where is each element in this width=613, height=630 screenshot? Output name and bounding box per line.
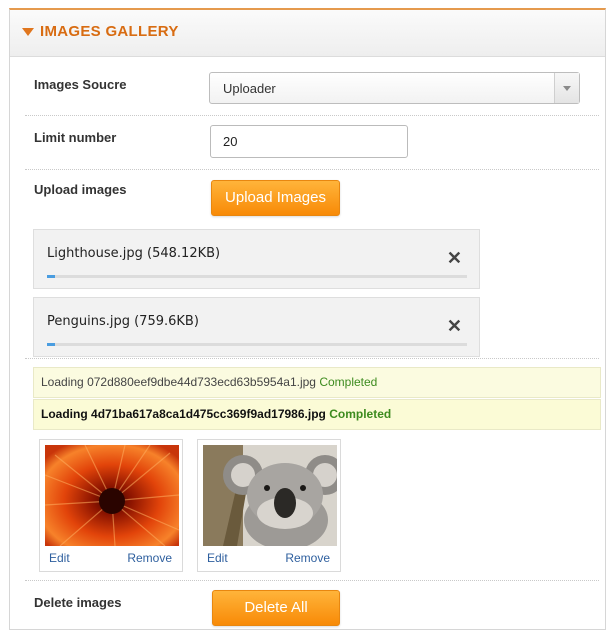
file-name: Lighthouse.jpg (548.12KB) bbox=[47, 246, 221, 261]
limit-number-label: Limit number bbox=[34, 130, 117, 145]
delete-all-button[interactable]: Delete All bbox=[212, 590, 340, 626]
upload-progress-fill bbox=[47, 343, 56, 346]
log-file: 072d880eef9dbe44d733ecd63b5954a1.jpg bbox=[87, 375, 316, 389]
divider bbox=[25, 115, 599, 116]
images-source-select[interactable]: Uploader bbox=[209, 72, 580, 104]
flower-image[interactable] bbox=[45, 445, 179, 546]
edit-link[interactable]: Edit bbox=[207, 551, 228, 565]
divider bbox=[25, 169, 599, 170]
gallery-thumbnail: Edit Remove bbox=[39, 439, 183, 572]
upload-images-label: Upload images bbox=[34, 182, 127, 197]
close-icon[interactable]: ✕ bbox=[447, 249, 462, 267]
file-name: Penguins.jpg (759.6KB) bbox=[47, 314, 199, 329]
panel-title: IMAGES GALLERY bbox=[40, 23, 179, 40]
divider bbox=[25, 358, 599, 359]
remove-link[interactable]: Remove bbox=[285, 551, 330, 565]
koala-image[interactable] bbox=[203, 445, 337, 546]
limit-number-input[interactable] bbox=[210, 125, 408, 158]
close-icon[interactable]: ✕ bbox=[447, 317, 462, 335]
loading-log-entry: Loading 4d71ba617a8ca1d475cc369f9ad17986… bbox=[33, 399, 601, 430]
upload-progress-bar bbox=[47, 275, 467, 278]
collapse-caret-icon[interactable] bbox=[22, 28, 34, 36]
log-file: 4d71ba617a8ca1d475cc369f9ad17986.jpg bbox=[91, 407, 326, 421]
delete-images-label: Delete images bbox=[34, 595, 122, 610]
loading-log-entry: Loading 072d880eef9dbe44d733ecd63b5954a1… bbox=[33, 367, 601, 398]
log-status: Completed bbox=[329, 407, 392, 421]
remove-link[interactable]: Remove bbox=[127, 551, 172, 565]
log-status: Completed bbox=[319, 375, 378, 389]
images-source-value: Uploader bbox=[223, 81, 276, 96]
log-prefix: Loading bbox=[41, 407, 88, 421]
upload-progress-fill bbox=[47, 275, 56, 278]
upload-images-button[interactable]: Upload Images bbox=[211, 180, 340, 216]
chevron-down-icon bbox=[563, 86, 571, 91]
upload-file-item: Lighthouse.jpg (548.12KB) ✕ bbox=[33, 229, 480, 289]
upload-progress-bar bbox=[47, 343, 467, 346]
divider bbox=[25, 580, 599, 581]
gallery-thumbnail: Edit Remove bbox=[197, 439, 341, 572]
select-dropdown-button[interactable] bbox=[554, 73, 579, 103]
upload-file-item: Penguins.jpg (759.6KB) ✕ bbox=[33, 297, 480, 357]
panel-header[interactable]: IMAGES GALLERY bbox=[10, 10, 605, 57]
edit-link[interactable]: Edit bbox=[49, 551, 70, 565]
images-source-label: Images Soucre bbox=[34, 77, 127, 92]
log-prefix: Loading bbox=[41, 375, 84, 389]
